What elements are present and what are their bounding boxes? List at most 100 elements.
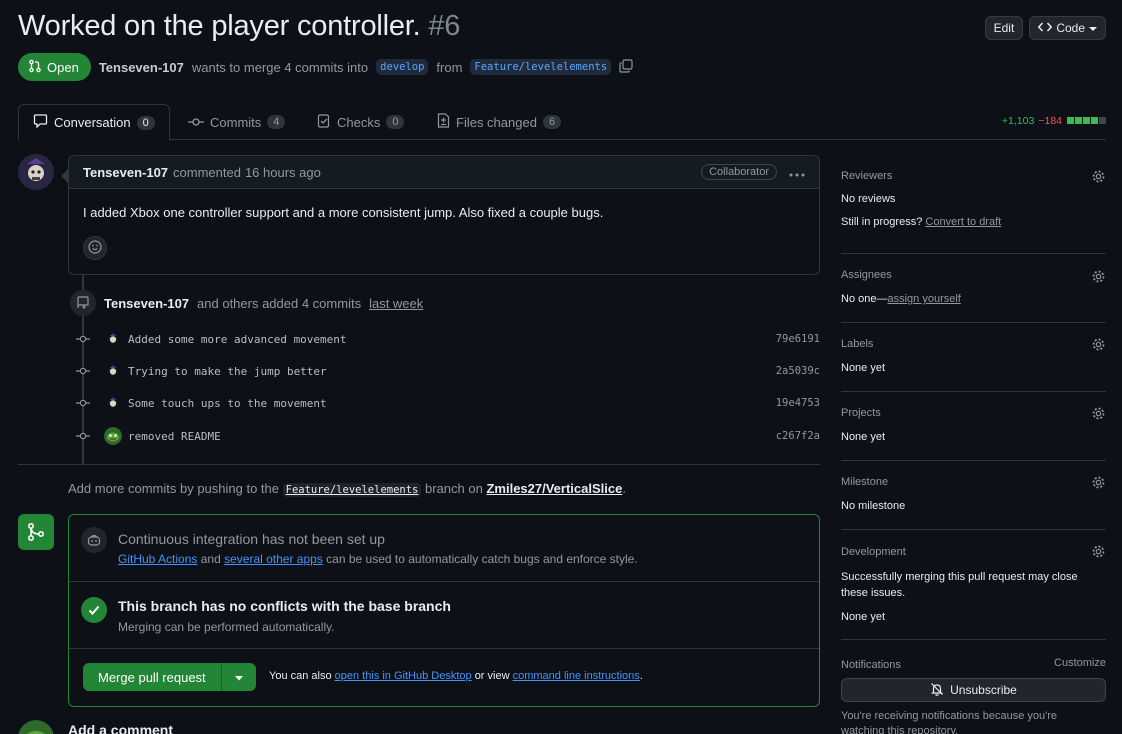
code-button[interactable]: Code [1029,16,1106,40]
push-note: Add more commits by pushing to the Featu… [68,481,626,497]
unsubscribe-button[interactable]: Unsubscribe [841,678,1106,702]
file-diff-icon [437,113,450,131]
list-item[interactable]: Some touch ups to the movement 19e4753 [76,393,820,413]
customize-link[interactable]: Customize [1054,657,1106,669]
comment-card: Tenseven-107 commented 16 hours ago Coll… [61,155,820,275]
push-prefix: Add more commits by pushing to the [68,481,279,496]
tab-label: Conversation [54,115,131,130]
add-comment-heading: Add a comment [68,722,174,734]
gear-icon[interactable] [1091,544,1106,562]
assignees-label[interactable]: Assignees [841,269,892,281]
notifications-label: Notifications [841,659,901,671]
kebab-menu-icon[interactable] [789,165,805,180]
also-mid: or view [474,670,510,682]
head-branch[interactable]: Feature/levelelements [470,59,612,75]
tab-count: 0 [386,115,405,129]
commit-icon [76,432,90,440]
commit-sha[interactable]: 79e6191 [776,333,820,345]
ci-and: and [200,552,221,566]
edit-button[interactable]: Edit [984,16,1024,40]
robot-icon [81,527,107,553]
convert-to-draft-link[interactable]: Convert to draft [925,216,1001,228]
status-text: Open [47,59,79,75]
commit-sha[interactable]: c267f2a [776,430,820,442]
cli-instructions-link[interactable]: command line instructions [513,670,640,682]
code-icon [1038,21,1053,36]
ci-section: Continuous integration has not been set … [69,515,819,582]
code-label: Code [1056,21,1085,35]
commit-message[interactable]: Trying to make the jump better [128,365,327,378]
commit-sha[interactable]: 2a5039c [776,365,820,377]
pull-request-icon [28,59,42,76]
sidebar-assignees: Assignees No one—assign yourself [841,254,1106,323]
avatar[interactable] [106,364,120,378]
avatar[interactable] [18,154,54,190]
gear-icon[interactable] [1091,269,1106,287]
merge-pull-request-button[interactable]: Merge pull request [83,663,222,691]
avatar[interactable] [104,427,122,445]
tab-label: Commits [210,114,262,130]
base-branch[interactable]: develop [376,59,429,75]
merge-button-group: Merge pull request [83,663,256,691]
conflict-title: This branch has no conflicts with the ba… [118,598,451,614]
avatar[interactable] [106,332,120,346]
github-actions-link[interactable]: GitHub Actions [118,552,197,566]
reviewers-label[interactable]: Reviewers [841,170,892,182]
milestone-label[interactable]: Milestone [841,476,888,488]
pr-author-link[interactable]: Tenseven-107 [99,60,184,75]
open-desktop-link[interactable]: open this in GitHub Desktop [335,670,472,682]
add-reaction-button[interactable] [83,236,107,260]
comment-time[interactable]: 16 hours ago [245,165,321,180]
projects-label[interactable]: Projects [841,407,881,419]
assign-yourself-link[interactable]: assign yourself [887,293,960,305]
commit-message[interactable]: Added some more advanced movement [128,333,347,346]
labels-label[interactable]: Labels [841,338,873,350]
development-value: None yet [841,611,886,623]
list-item[interactable]: Added some more advanced movement 79e619… [76,329,820,349]
assignees-value: No one— [841,293,888,305]
avatar[interactable] [106,396,120,410]
tab-label: Files changed [456,114,537,130]
commit-message[interactable]: removed README [128,430,221,443]
commits-time[interactable]: last week [369,296,423,311]
pr-tabs: Conversation 0 Commits 4 Checks 0 Files … [18,104,1106,141]
list-item[interactable]: removed README c267f2a [76,426,820,446]
also-suffix: . [639,670,643,682]
conflict-sub: Merging can be performed automatically. [118,620,335,634]
gear-icon[interactable] [1091,337,1106,355]
tab-conversation[interactable]: Conversation 0 [18,104,170,141]
gear-icon[interactable] [1091,406,1106,424]
tab-commits[interactable]: Commits 4 [174,104,299,140]
development-label[interactable]: Development [841,546,906,558]
commits-text: and others added 4 commits [197,295,362,311]
merge-options-button[interactable] [221,663,256,691]
smiley-icon [88,239,102,257]
gear-icon[interactable] [1091,169,1106,187]
sidebar-development: Development Successfully merging this pu… [841,530,1106,640]
tab-count: 6 [542,115,562,129]
push-middle: branch on [425,481,483,496]
commits-author[interactable]: Tenseven-107 [104,296,189,311]
sidebar-projects: Projects None yet [841,392,1106,461]
check-icon [81,597,107,623]
tab-checks[interactable]: Checks 0 [303,104,418,140]
diff-deletions: −184 [1038,115,1062,127]
projects-value: None yet [841,431,886,443]
commit-message[interactable]: Some touch ups to the movement [128,397,327,410]
diffstat-bar [1066,115,1106,127]
chevron-down-icon [1089,21,1097,35]
sidebar-milestone: Milestone No milestone [841,461,1106,530]
copy-icon[interactable] [619,58,633,76]
gear-icon[interactable] [1091,475,1106,493]
list-item[interactable]: Trying to make the jump better 2a5039c [76,361,820,381]
unsubscribe-label: Unsubscribe [950,683,1017,697]
comment-author[interactable]: Tenseven-107 [83,165,168,180]
commit-sha[interactable]: 19e4753 [776,397,820,409]
push-repo-link[interactable]: Zmiles27/VerticalSlice [486,481,622,496]
push-branch[interactable]: Feature/levelelements [282,483,422,497]
tab-files-changed[interactable]: Files changed 6 [423,104,575,140]
timeline-line [82,275,84,290]
commit-icon [76,367,90,375]
other-apps-link[interactable]: several other apps [224,552,323,566]
merge-text: wants to merge 4 commits into [191,59,369,75]
